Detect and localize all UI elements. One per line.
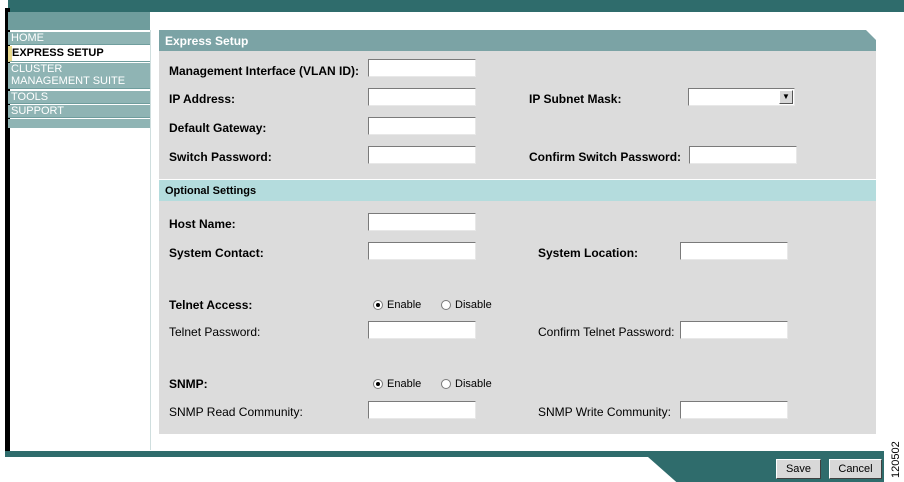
default-gateway-input[interactable] [368,117,476,135]
default-gateway-label: Default Gateway: [169,121,267,135]
top-frame-bar [8,0,904,12]
snmp-read-community-input[interactable] [368,401,476,419]
telnet-disable-label: Disable [455,299,492,311]
sidebar-item-cluster-label: CLUSTER [11,63,63,75]
sidebar-item-support[interactable]: SUPPORT [8,105,150,118]
sidebar-item-tools[interactable]: TOOLS [8,91,150,104]
figure-number: 120502 [890,441,902,478]
ip-address-label: IP Address: [169,92,236,106]
snmp-disable-label: Disable [455,378,492,390]
sidebar-item-management-suite-label: MANAGEMENT SUITE [11,75,126,87]
confirm-telnet-password-label: Confirm Telnet Password: [538,325,675,339]
bottom-frame-bar [5,451,677,457]
management-interface-label: Management Interface (VLAN ID): [169,64,360,78]
sidebar-filler [8,119,150,128]
system-location-label: System Location: [538,246,639,260]
sidebar-item-home[interactable]: HOME [8,32,150,45]
switch-password-input[interactable] [368,146,476,164]
confirm-telnet-password-input[interactable] [680,321,788,339]
ip-subnet-mask-value [689,93,691,105]
cancel-button[interactable]: Cancel [829,459,882,479]
telnet-access-label: Telnet Access: [169,298,253,312]
management-interface-input[interactable] [368,59,476,77]
system-contact-label: System Contact: [169,246,264,260]
ip-address-input[interactable] [368,88,476,106]
telnet-password-input[interactable] [368,321,476,339]
confirm-switch-password-label: Confirm Switch Password: [529,150,682,164]
host-name-label: Host Name: [169,217,236,231]
save-button[interactable]: Save [776,459,821,479]
optional-settings-header: Optional Settings [159,179,876,201]
panel-title: Express Setup [159,30,876,51]
confirm-switch-password-input[interactable] [689,146,797,164]
telnet-disable-radio[interactable] [441,300,451,310]
sidebar-header [8,12,150,30]
snmp-enable-radio[interactable] [373,379,383,389]
ip-subnet-mask-select[interactable]: ▼ [688,88,795,106]
snmp-write-community-input[interactable] [680,401,788,419]
sidebar-divider [150,30,151,450]
telnet-enable-radio[interactable] [373,300,383,310]
panel-header-notch [866,30,876,40]
sidebar-item-cluster-management-suite[interactable]: CLUSTER MANAGEMENT SUITE [8,63,150,89]
snmp-write-community-label: SNMP Write Community: [538,405,671,419]
sidebar-item-express-setup[interactable]: EXPRESS SETUP [8,46,150,62]
switch-password-label: Switch Password: [169,150,272,164]
system-location-input[interactable] [680,242,788,260]
system-contact-input[interactable] [368,242,476,260]
snmp-disable-radio[interactable] [441,379,451,389]
snmp-read-community-label: SNMP Read Community: [169,405,303,419]
bottom-frame-right [679,451,884,457]
telnet-password-label: Telnet Password: [169,325,261,339]
snmp-label: SNMP: [169,377,208,391]
host-name-input[interactable] [368,213,476,231]
ip-subnet-mask-label: IP Subnet Mask: [529,92,622,106]
telnet-enable-label: Enable [387,299,422,311]
chevron-down-icon[interactable]: ▼ [779,90,793,104]
snmp-enable-label: Enable [387,378,422,390]
